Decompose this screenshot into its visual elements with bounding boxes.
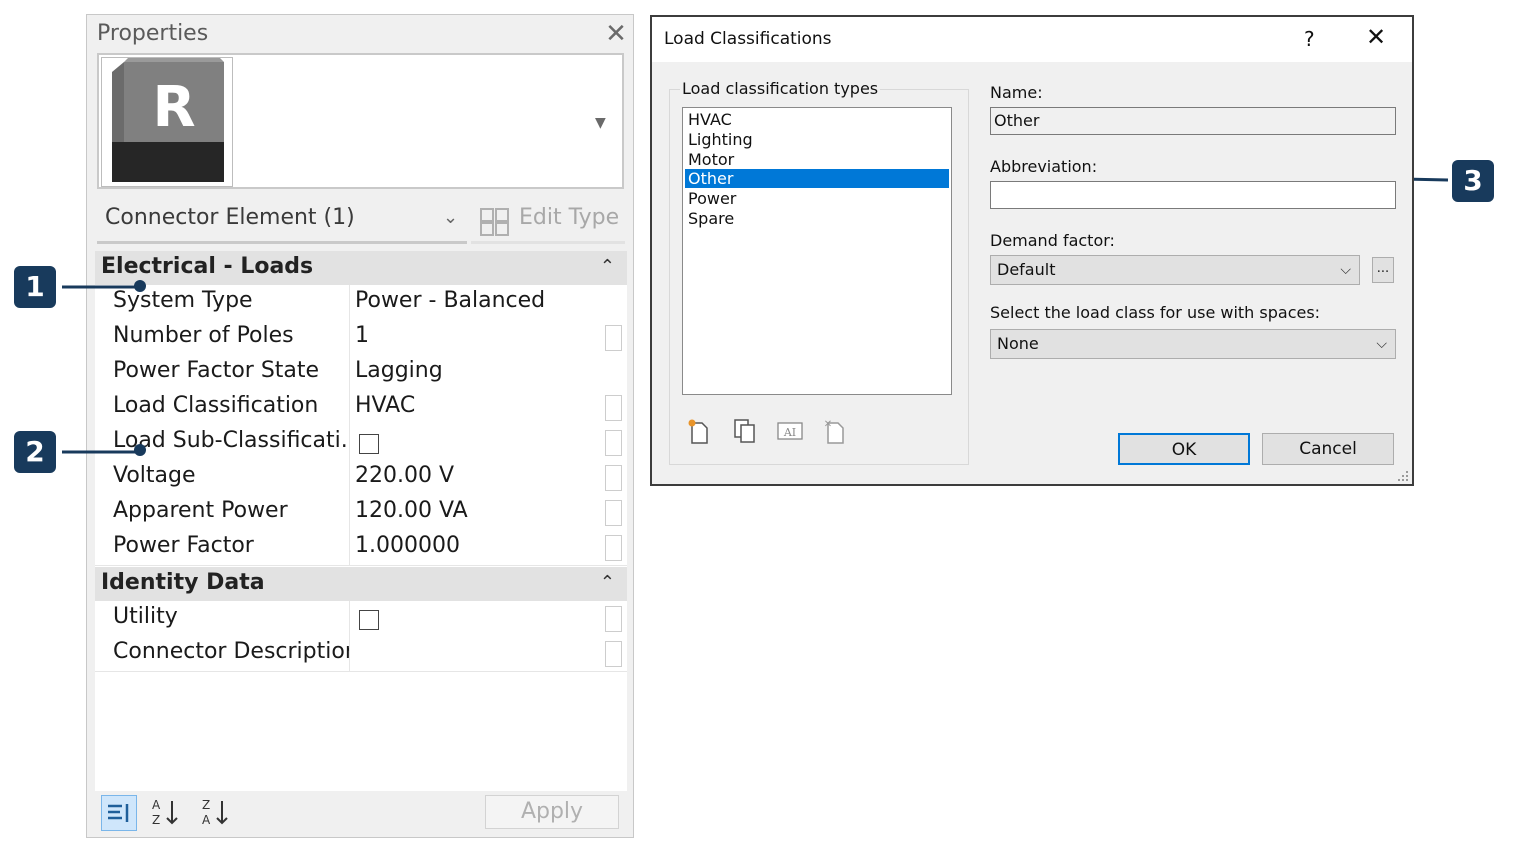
callout-badge-2: 2 <box>14 431 56 473</box>
name-label: Name: <box>990 83 1043 102</box>
spaces-load-class-value: None <box>997 334 1039 353</box>
demand-factor-browse-button[interactable]: ... <box>1372 257 1394 283</box>
abbreviation-field[interactable] <box>990 181 1396 209</box>
demand-factor-select[interactable]: Default ⌵ <box>990 255 1360 285</box>
duplicate-icon[interactable] <box>732 417 758 445</box>
delete-icon[interactable]: ✕ <box>822 417 848 445</box>
help-icon[interactable]: ? <box>1304 27 1315 51</box>
svg-text:AI: AI <box>783 426 796 439</box>
demand-factor-label: Demand factor: <box>990 231 1115 250</box>
new-icon[interactable] <box>686 417 712 445</box>
chevron-down-icon: ⌵ <box>1376 336 1387 352</box>
dialog-titlebar: Load Classifications ? ✕ <box>652 17 1412 62</box>
ok-button[interactable]: OK <box>1118 433 1250 465</box>
dialog-title: Load Classifications <box>664 29 832 49</box>
spaces-load-class-select[interactable]: None ⌵ <box>990 329 1396 359</box>
name-field[interactable]: Other <box>990 107 1396 135</box>
callout-badge-1: 1 <box>14 266 56 308</box>
list-item-lighting[interactable]: Lighting <box>685 130 949 149</box>
list-item-motor[interactable]: Motor <box>685 150 949 169</box>
close-icon[interactable]: ✕ <box>1366 23 1386 51</box>
resize-grip-icon[interactable] <box>1396 469 1410 483</box>
chevron-down-icon: ⌵ <box>1340 262 1351 278</box>
list-item-spare[interactable]: Spare <box>685 209 949 228</box>
load-classification-list[interactable]: HVAC Lighting Motor Other Power Spare <box>682 107 952 395</box>
list-item-power[interactable]: Power <box>685 189 949 208</box>
list-item-other[interactable]: Other <box>685 169 949 188</box>
cancel-button[interactable]: Cancel <box>1262 433 1394 465</box>
rename-icon[interactable]: AI <box>776 417 804 445</box>
load-classifications-dialog: Load Classifications ? ✕ Load classifica… <box>650 15 1414 486</box>
svg-text:✕: ✕ <box>824 419 832 430</box>
callout-badge-3: 3 <box>1452 160 1494 202</box>
list-label: Load classification types <box>680 79 881 98</box>
abbreviation-label: Abbreviation: <box>990 157 1098 176</box>
spaces-label: Select the load class for use with space… <box>990 303 1321 322</box>
demand-factor-value: Default <box>997 260 1056 279</box>
list-item-hvac[interactable]: HVAC <box>685 110 949 129</box>
